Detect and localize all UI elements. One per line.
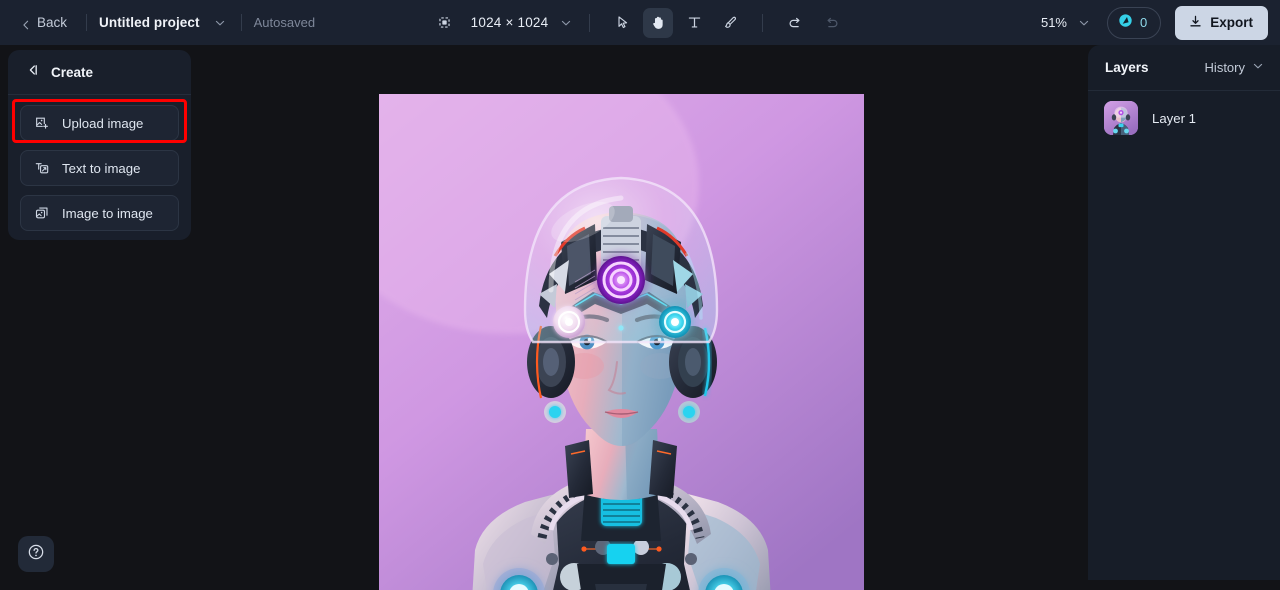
topbar-right-group: 51% 0 Export — [1041, 0, 1268, 45]
history-toggle[interactable]: History — [1205, 60, 1264, 75]
back-label: Back — [37, 15, 68, 30]
layer-thumbnail — [1104, 101, 1138, 135]
create-panel-title: Create — [51, 64, 94, 80]
credits-badge[interactable]: 0 — [1107, 6, 1162, 39]
project-menu-chevron-down-icon[interactable] — [211, 14, 229, 32]
upload-image-button[interactable]: Upload image — [20, 105, 179, 141]
text-to-image-icon — [33, 160, 50, 177]
toolbar-divider-4 — [762, 13, 764, 32]
chevron-left-icon — [21, 18, 31, 29]
export-button[interactable]: Export — [1175, 5, 1268, 40]
canvas-size-label: 1024 × 1024 — [470, 15, 549, 30]
question-mark-circle-icon — [27, 543, 45, 566]
resize-canvas-button[interactable] — [431, 9, 459, 37]
collapse-panel-icon[interactable] — [24, 62, 40, 83]
brush-tool-button[interactable] — [715, 8, 745, 38]
layer-name: Layer 1 — [1152, 110, 1196, 126]
create-panel: Create Upload image Text to image Image … — [8, 50, 191, 240]
toolbar-divider-2 — [240, 14, 242, 31]
toolbar-divider-3 — [589, 13, 591, 32]
image-to-image-icon — [33, 205, 50, 222]
layer-list-item[interactable]: Layer 1 — [1088, 91, 1280, 145]
upload-image-label: Upload image — [62, 115, 144, 131]
artboard[interactable] — [379, 94, 864, 590]
canvas-size-chevron-down-icon[interactable] — [557, 14, 575, 32]
credit-coin-icon — [1118, 13, 1133, 33]
image-to-image-label: Image to image — [62, 205, 153, 221]
export-label: Export — [1210, 15, 1253, 30]
select-tool-button[interactable] — [607, 8, 637, 38]
zoom-chevron-down-icon[interactable] — [1075, 14, 1093, 32]
text-tool-button[interactable] — [679, 8, 709, 38]
toolbar-divider-1 — [86, 14, 88, 31]
app-root: Back Untitled project Autosaved 1024 × 1… — [0, 0, 1280, 590]
create-options-list: Upload image Text to image Image to imag… — [8, 95, 191, 231]
create-panel-header: Create — [8, 50, 191, 95]
artwork-ai-robot-portrait — [379, 94, 864, 590]
canvas-area[interactable] — [191, 45, 1089, 590]
image-to-image-button[interactable]: Image to image — [20, 195, 179, 231]
project-name[interactable]: Untitled project — [99, 15, 200, 30]
topbar-left-group: Back Untitled project Autosaved — [0, 0, 315, 45]
text-to-image-button[interactable]: Text to image — [20, 150, 179, 186]
hand-tool-button[interactable] — [643, 7, 674, 38]
autosave-status: Autosaved — [253, 15, 316, 30]
download-icon — [1188, 14, 1203, 32]
redo-button[interactable] — [816, 8, 846, 38]
zoom-level-label: 51% — [1040, 15, 1067, 30]
history-chevron-down-icon — [1252, 60, 1264, 75]
layers-panel-header: Layers History — [1088, 45, 1280, 91]
history-label: History — [1204, 60, 1245, 75]
top-toolbar: Back Untitled project Autosaved 1024 × 1… — [0, 0, 1280, 45]
credits-count: 0 — [1140, 15, 1148, 30]
image-plus-icon — [33, 115, 50, 132]
layers-title: Layers — [1105, 60, 1149, 75]
layers-panel: Layers History Layer 1 — [1088, 45, 1280, 580]
help-button[interactable] — [18, 536, 54, 572]
undo-button[interactable] — [780, 8, 810, 38]
text-to-image-label: Text to image — [62, 160, 141, 176]
back-button[interactable]: Back — [14, 10, 74, 35]
